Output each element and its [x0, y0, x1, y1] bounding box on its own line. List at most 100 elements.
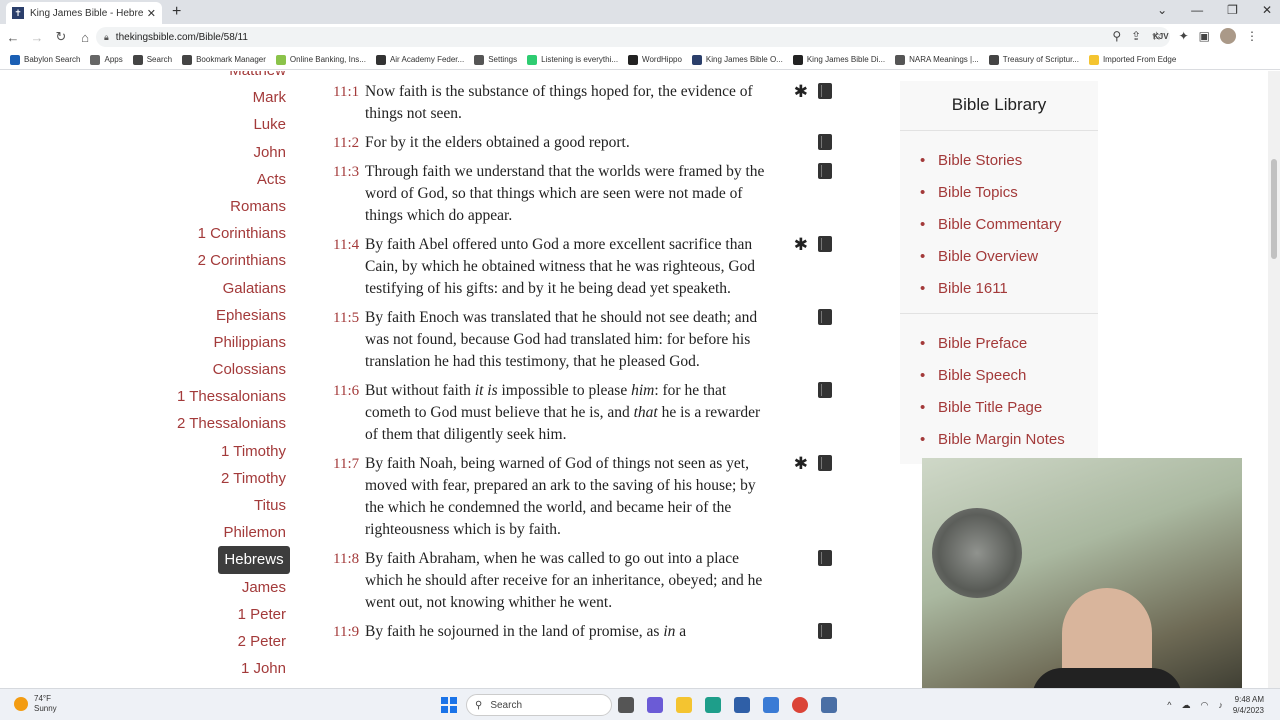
- onedrive-icon[interactable]: ☁: [1182, 700, 1191, 711]
- book-link[interactable]: 2 Thessalonians: [150, 410, 290, 437]
- cross-reference-icon[interactable]: ✱: [794, 453, 808, 475]
- home-icon[interactable]: ⌂: [74, 30, 96, 45]
- book-link[interactable]: 2 Timothy: [150, 465, 290, 492]
- extensions-puzzle-icon[interactable]: ✦: [1179, 29, 1189, 43]
- sidebar-link[interactable]: Bible Speech: [920, 360, 1098, 392]
- book-link[interactable]: Philippians: [150, 329, 290, 356]
- share-icon[interactable]: ⇪: [1131, 29, 1141, 43]
- bookmark-item[interactable]: NARA Meanings |...: [895, 54, 979, 65]
- book-link[interactable]: Philemon: [150, 519, 290, 546]
- book-link[interactable]: Romans: [150, 193, 290, 220]
- bookmark-item[interactable]: Air Academy Feder...: [375, 54, 464, 65]
- book-link[interactable]: 1 John: [150, 655, 290, 682]
- sidebar-link[interactable]: Bible 1611: [920, 273, 1098, 305]
- edge-icon[interactable]: [705, 697, 721, 713]
- verse-reference-link[interactable]: 11:7: [333, 453, 359, 475]
- file-explorer-icon[interactable]: [676, 697, 692, 713]
- tray-overflow-icon[interactable]: ^: [1167, 700, 1171, 710]
- book-link[interactable]: Matthew: [150, 71, 290, 84]
- book-note-icon[interactable]: [818, 455, 832, 471]
- bookmark-item[interactable]: Babylon Search: [10, 54, 80, 65]
- book-link[interactable]: John: [150, 139, 290, 166]
- book-link[interactable]: 2 Peter: [150, 628, 290, 655]
- taskbar-search[interactable]: ⚲ Search: [466, 694, 612, 716]
- book-note-icon[interactable]: [818, 134, 832, 150]
- chrome-icon[interactable]: [792, 697, 808, 713]
- side-panel-icon[interactable]: ▣: [1199, 29, 1210, 43]
- book-link[interactable]: Colossians: [150, 356, 290, 383]
- verse-reference-link[interactable]: 11:2: [333, 132, 359, 154]
- sidebar-link[interactable]: Bible Title Page: [920, 392, 1098, 424]
- sidebar-link[interactable]: Bible Topics: [920, 177, 1098, 209]
- browser-tab[interactable]: ✝ King James Bible - Hebrews <sp... ✕: [6, 2, 162, 24]
- profile-avatar[interactable]: [1220, 28, 1236, 44]
- bookmark-item[interactable]: Apps: [90, 54, 123, 65]
- close-window-button[interactable]: ✕: [1262, 3, 1272, 17]
- book-link[interactable]: Titus: [150, 492, 290, 519]
- bookmark-item[interactable]: Treasury of Scriptur...: [988, 54, 1079, 65]
- verse-reference-link[interactable]: 11:8: [333, 548, 359, 570]
- cross-reference-icon[interactable]: ✱: [794, 234, 808, 256]
- book-link[interactable]: 1 Peter: [150, 601, 290, 628]
- minimize-button[interactable]: —: [1191, 3, 1203, 17]
- monitor-app-icon[interactable]: [763, 697, 779, 713]
- maximize-button[interactable]: ❐: [1227, 3, 1238, 17]
- bookmark-item[interactable]: Listening is everythi...: [527, 54, 618, 65]
- cross-reference-icon[interactable]: ✱: [794, 81, 808, 103]
- task-view-icon[interactable]: [618, 697, 634, 713]
- zoom-icon[interactable]: ⚲: [1112, 29, 1121, 43]
- reload-icon[interactable]: ↻: [50, 29, 72, 45]
- book-link[interactable]: Ephesians: [150, 302, 290, 329]
- bookmark-item[interactable]: Search: [132, 54, 172, 65]
- book-link[interactable]: 1 Thessalonians: [150, 383, 290, 410]
- book-link[interactable]: Luke: [150, 111, 290, 138]
- book-note-icon[interactable]: [818, 550, 832, 566]
- book-note-icon[interactable]: [818, 309, 832, 325]
- book-link[interactable]: 1 Corinthians: [150, 220, 290, 247]
- clock[interactable]: 9:48 AM 9/4/2023: [1233, 694, 1264, 716]
- bookmark-item[interactable]: King James Bible O...: [691, 54, 783, 65]
- book-link[interactable]: Hebrews: [218, 546, 290, 574]
- verse-reference-link[interactable]: 11:5: [333, 307, 359, 329]
- forward-icon[interactable]: →: [26, 30, 48, 45]
- address-bar[interactable]: 🔒︎ thekingsbible.com/Bible/58/11 ⚲ ⇪ ☆: [96, 27, 1170, 47]
- bookmark-item[interactable]: WordHippo: [628, 54, 682, 65]
- tab-close-icon[interactable]: ✕: [147, 7, 156, 20]
- verse-reference-link[interactable]: 11:3: [333, 161, 359, 183]
- lock-icon[interactable]: 🔒︎: [104, 32, 109, 43]
- kjv-extension-icon[interactable]: KJV: [1153, 32, 1169, 41]
- book-link[interactable]: Mark: [150, 84, 290, 111]
- book-link[interactable]: Galatians: [150, 275, 290, 302]
- book-note-icon[interactable]: [818, 623, 832, 639]
- chat-icon[interactable]: [647, 697, 663, 713]
- sidebar-link[interactable]: Bible Stories: [920, 145, 1098, 177]
- browser-menu-icon[interactable]: ⋮: [1246, 29, 1258, 43]
- sidebar-link[interactable]: Bible Margin Notes: [920, 424, 1098, 456]
- bookmark-item[interactable]: King James Bible Di...: [792, 54, 885, 65]
- verse-reference-link[interactable]: 11:9: [333, 621, 359, 643]
- book-note-icon[interactable]: [818, 382, 832, 398]
- book-link[interactable]: Acts: [150, 166, 290, 193]
- tab-search-icon[interactable]: ⌄: [1157, 3, 1167, 17]
- book-note-icon[interactable]: [818, 236, 832, 252]
- recorder-app-icon[interactable]: [821, 697, 837, 713]
- book-link[interactable]: James: [150, 574, 290, 601]
- start-button[interactable]: [441, 697, 457, 713]
- book-link[interactable]: 2 Corinthians: [150, 247, 290, 274]
- scrollbar-thumb[interactable]: [1271, 159, 1277, 259]
- bookmark-item[interactable]: Online Banking, Ins...: [275, 54, 366, 65]
- book-note-icon[interactable]: [818, 163, 832, 179]
- bookmark-item[interactable]: Settings: [474, 54, 517, 65]
- new-tab-button[interactable]: +: [172, 3, 181, 21]
- page-scrollbar[interactable]: [1268, 71, 1280, 688]
- bookmark-item[interactable]: Bookmark Manager: [182, 54, 266, 65]
- book-note-icon[interactable]: [818, 83, 832, 99]
- wifi-icon[interactable]: ◠: [1201, 700, 1209, 711]
- verse-reference-link[interactable]: 11:1: [333, 81, 359, 103]
- sidebar-link[interactable]: Bible Overview: [920, 241, 1098, 273]
- volume-icon[interactable]: ♪: [1218, 700, 1223, 710]
- verse-reference-link[interactable]: 11:6: [333, 380, 359, 402]
- back-icon[interactable]: ←: [2, 30, 24, 45]
- sidebar-link[interactable]: Bible Commentary: [920, 209, 1098, 241]
- verse-reference-link[interactable]: 11:4: [333, 234, 359, 256]
